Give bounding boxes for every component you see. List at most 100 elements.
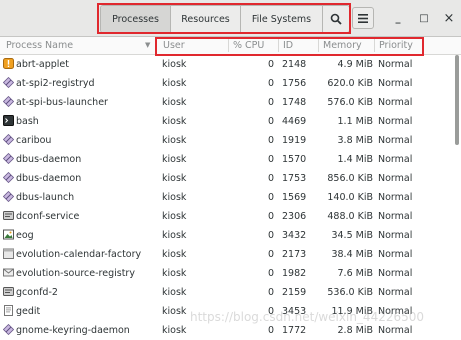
process-name: at-spi-bus-launcher [16,97,108,108]
process-name: dbus-daemon [16,154,82,165]
process-user: kiosk [162,249,187,260]
process-priority: Normal [378,325,413,336]
process-priority: Normal [378,211,413,222]
diamond-icon [3,153,14,164]
process-user: kiosk [162,154,187,165]
process-id: 1753 [282,173,307,184]
menu-button[interactable] [352,7,374,29]
process-id: 4469 [282,116,307,127]
process-priority: Normal [378,192,413,203]
table-row[interactable]: dbus-launch kiosk 0 1569 140.0 KiB Normal [0,188,461,207]
table-row[interactable]: bash kiosk 0 4469 1.1 MiB Normal [0,112,461,131]
process-user: kiosk [162,116,187,127]
process-id: 1569 [282,192,307,203]
process-id: 2159 [282,287,307,298]
process-name: evolution-source-registry [16,268,135,279]
column-header-memory[interactable]: Memory [323,40,362,51]
process-cpu: 0 [267,135,274,146]
process-cpu: 0 [267,211,274,222]
process-cpu: 0 [267,192,274,203]
tab-processes[interactable]: Processes [101,6,171,32]
process-user: kiosk [162,230,187,241]
minimize-button[interactable]: _ [390,10,406,26]
process-user: kiosk [162,211,187,222]
table-row[interactable]: evolution-calendar-factory kiosk 0 2173 38.4… [0,245,461,264]
process-id: 1772 [282,325,307,336]
table-row[interactable]: gconfd-2 kiosk 0 2159 536.0 KiB Normal [0,283,461,302]
process-priority: Normal [378,78,413,89]
mail-icon [3,267,14,278]
calendar-icon [3,248,14,259]
process-cpu: 0 [267,116,274,127]
tab-resources[interactable]: Resources [171,6,241,32]
process-memory: 4.9 MiB [337,59,373,70]
process-priority: Normal [378,154,413,165]
column-header-id[interactable]: ID [283,40,293,51]
diamond-icon [3,77,14,88]
process-cpu: 0 [267,97,274,108]
scrollbar[interactable] [455,55,459,145]
process-user: kiosk [162,287,187,298]
table-row[interactable]: caribou kiosk 0 1919 3.8 MiB Normal [0,131,461,150]
table-row[interactable]: dconf-service kiosk 0 2306 488.0 KiB Normal [0,207,461,226]
process-memory: 1.4 MiB [337,154,373,165]
process-user: kiosk [162,78,187,89]
table-row[interactable]: eog kiosk 0 3432 34.5 MiB Normal [0,226,461,245]
process-id: 2306 [282,211,307,222]
minimize-icon: _ [395,12,401,24]
process-name: dbus-launch [16,192,75,203]
column-header-priority[interactable]: Priority [379,40,413,51]
process-user: kiosk [162,59,187,70]
process-cpu: 0 [267,154,274,165]
process-user: kiosk [162,325,187,336]
column-header-cpu[interactable]: % CPU [233,40,264,51]
table-row[interactable]: at-spi2-registryd kiosk 0 1756 620.0 KiB Norm… [0,74,461,93]
process-name: gedit [16,306,41,317]
diamond-icon [3,172,14,183]
table-row[interactable]: evolution-source-registry kiosk 0 1982 7.6 M… [0,264,461,283]
column-divider[interactable] [228,39,229,52]
process-priority: Normal [378,230,413,241]
process-user: kiosk [162,135,187,146]
search-button[interactable] [323,6,349,32]
column-divider[interactable] [155,39,156,52]
process-id: 2148 [282,59,307,70]
process-user: kiosk [162,268,187,279]
column-divider[interactable] [374,39,375,52]
close-icon: × [443,10,455,26]
column-header-process-name[interactable]: Process Name [6,40,73,51]
tab-file-systems[interactable]: File Systems [241,6,323,32]
process-priority: Normal [378,268,413,279]
process-memory: 856.0 KiB [327,173,373,184]
process-name: eog [16,230,34,241]
header-bar: Processes Resources File Systems _ □ × [0,0,461,37]
process-user: kiosk [162,306,187,317]
maximize-button[interactable]: □ [416,10,432,26]
process-memory: 2.8 MiB [337,325,373,336]
process-priority: Normal [378,135,413,146]
diamond-icon [3,191,14,202]
column-divider[interactable] [278,39,279,52]
warning-icon [3,58,14,69]
process-memory: 620.0 KiB [327,78,373,89]
column-divider[interactable] [318,39,319,52]
table-row[interactable]: at-spi-bus-launcher kiosk 0 1748 576.0 KiB No… [0,93,461,112]
diamond-icon [3,134,14,145]
process-memory: 34.5 MiB [331,230,373,241]
process-memory: 3.8 MiB [337,135,373,146]
process-cpu: 0 [267,59,274,70]
process-cpu: 0 [267,325,274,336]
process-memory: 488.0 KiB [327,211,373,222]
process-memory: 38.4 MiB [331,249,373,260]
table-row[interactable]: dbus-daemon kiosk 0 1753 856.0 KiB Normal [0,169,461,188]
process-cpu: 0 [267,287,274,298]
column-header-user[interactable]: User [163,40,185,51]
close-button[interactable]: × [441,10,457,26]
watermark: https://blog.csdn.net/weixin_44226500 [190,310,425,324]
maximize-icon: □ [419,12,429,24]
process-memory: 140.0 KiB [327,192,373,203]
table-row[interactable]: abrt-applet kiosk 0 2148 4.9 MiB Normal [0,55,461,74]
process-id: 1748 [282,97,307,108]
table-row[interactable]: dbus-daemon kiosk 0 1570 1.4 MiB Normal [0,150,461,169]
process-list: abrt-applet kiosk 0 2148 4.9 MiB Normal at-spi… [0,55,461,340]
